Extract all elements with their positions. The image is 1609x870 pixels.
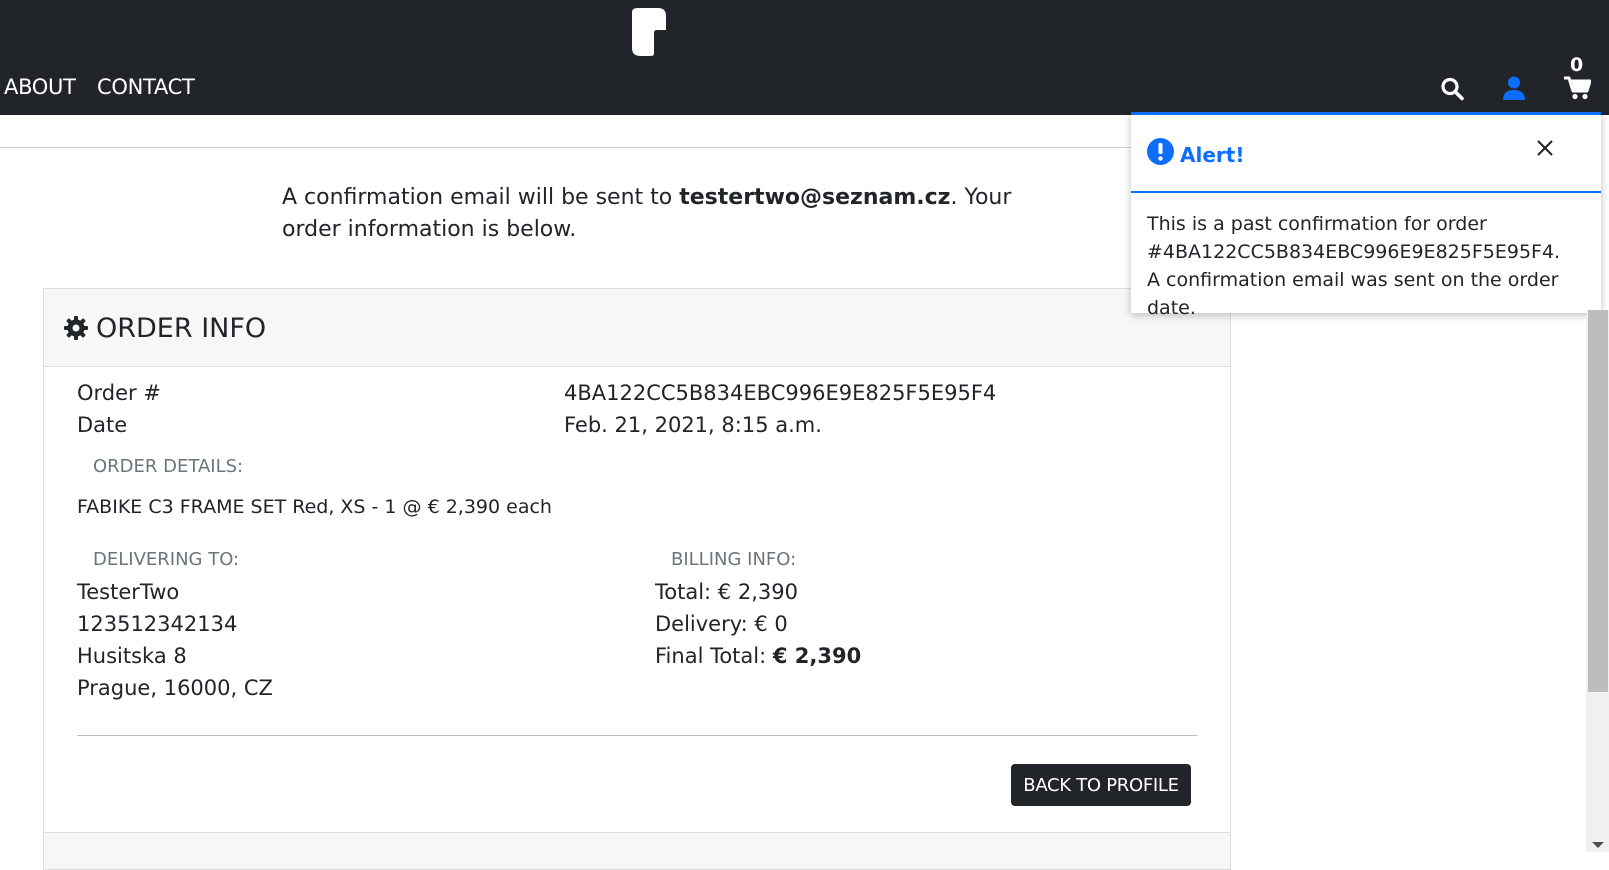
- delivery-name: TesterTwo: [77, 580, 180, 604]
- order-date-value: Feb. 21, 2021, 8:15 a.m.: [564, 413, 822, 437]
- billing-delivery: Delivery: € 0: [655, 612, 788, 636]
- final-total-value: € 2,390: [772, 644, 862, 668]
- back-to-profile-button[interactable]: BACK TO PROFILE: [1011, 764, 1191, 806]
- final-total-label: Final Total:: [655, 644, 773, 668]
- navbar: ABOUT CONTACT 0: [0, 0, 1609, 115]
- alert-header: Alert!: [1131, 115, 1601, 193]
- search-icon[interactable]: [1440, 76, 1464, 101]
- cart-icon[interactable]: [1564, 76, 1591, 100]
- intro-prefix: A confirmation email will be sent to: [282, 185, 680, 210]
- delivery-phone: 123512342134: [77, 612, 238, 636]
- confirmation-intro: A confirmation email will be sent to tes…: [282, 182, 1022, 246]
- intro-email: testertwo@seznam.cz: [679, 185, 951, 210]
- delivery-city: Prague, 16000, CZ: [77, 676, 273, 700]
- gear-icon: [64, 316, 88, 340]
- card-divider: [77, 735, 1197, 736]
- order-number-label: Order #: [77, 381, 161, 405]
- user-icon[interactable]: [1503, 76, 1525, 100]
- delivering-heading: DELIVERING TO:: [93, 549, 240, 570]
- close-icon[interactable]: [1536, 139, 1554, 157]
- card-footer: [44, 833, 1230, 869]
- logo[interactable]: [628, 6, 670, 58]
- billing-total: Total: € 2,390: [655, 580, 798, 604]
- billing-heading: BILLING INFO:: [671, 549, 797, 570]
- nav-link-contact[interactable]: CONTACT: [97, 75, 195, 99]
- delivery-street: Husitska 8: [77, 644, 187, 668]
- alert-message: This is a past confirmation for order #4…: [1147, 213, 1561, 319]
- alert-title: Alert!: [1180, 143, 1245, 167]
- order-details-heading: ORDER DETAILS:: [93, 456, 244, 477]
- nav-link-about[interactable]: ABOUT: [4, 75, 76, 99]
- card-header: ORDER INFO: [44, 289, 1230, 367]
- exclamation-circle-icon: [1147, 138, 1174, 165]
- alert-toast: Alert! This is a past confirmation for o…: [1131, 112, 1601, 319]
- order-date-label: Date: [77, 413, 128, 437]
- billing-final-total: Final Total: € 2,390: [655, 644, 861, 668]
- scrollbar-thumb[interactable]: [1588, 310, 1608, 692]
- cart-count: 0: [1570, 54, 1584, 76]
- order-number-value: 4BA122CC5B834EBC996E9E825F5E95F4: [564, 381, 997, 405]
- scroll-down-arrow-icon[interactable]: [1591, 840, 1605, 850]
- order-info-card: ORDER INFO Order # 4BA122CC5B834EBC996E9…: [43, 288, 1231, 870]
- card-title: ORDER INFO: [96, 313, 267, 344]
- order-item-line: FABIKE C3 FRAME SET Red, XS - 1 @ € 2,39…: [77, 496, 552, 518]
